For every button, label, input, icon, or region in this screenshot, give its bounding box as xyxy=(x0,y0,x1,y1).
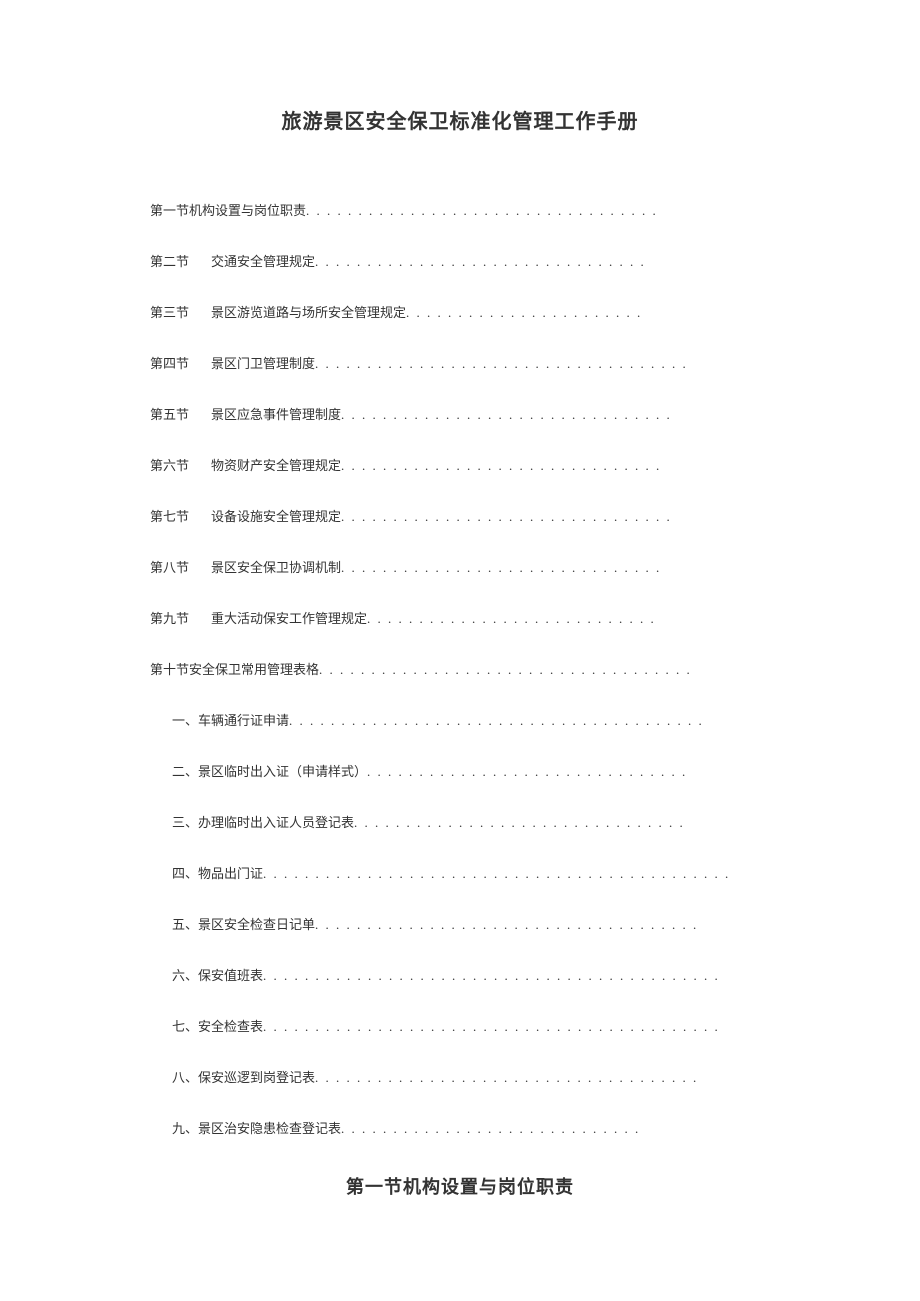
toc-entry-leader-dots: . . . . . . . . . . . . . . . . . . . . … xyxy=(263,1020,720,1033)
page-title: 旅游景区安全保卫标准化管理工作手册 xyxy=(150,105,770,134)
toc-entry: 二、景区临时出入证（申请样式） . . . . . . . . . . . . … xyxy=(150,765,770,778)
toc-entry-label: 五、景区安全检查日记单 xyxy=(172,918,315,931)
toc-entry-text: 重大活动保安工作管理规定 xyxy=(211,612,367,625)
toc-entry-label: 九、景区治安隐患检查登记表 xyxy=(172,1122,341,1135)
toc-entry-text: 设备设施安全管理规定 xyxy=(211,510,341,523)
toc-entry: 第十节安全保卫常用管理表格. . . . . . . . . . . . . .… xyxy=(150,663,770,676)
toc-entry-leader-dots: . . . . . . . . . . . . . . . . . . . . … xyxy=(341,408,672,421)
table-of-contents: 第一节机构设置与岗位职责. . . . . . . . . . . . . . … xyxy=(150,204,770,1135)
document-page: 旅游景区安全保卫标准化管理工作手册 第一节机构设置与岗位职责. . . . . … xyxy=(0,0,920,1259)
toc-entry-leader-dots: . . . . . . . . . . . . . . . . . . . . … xyxy=(315,255,646,268)
toc-entry: 第四节 景区门卫管理制度. . . . . . . . . . . . . . .… xyxy=(150,357,770,370)
toc-entry-text: 景区安全保卫协调机制 xyxy=(211,561,341,574)
toc-entry-label: 第十节安全保卫常用管理表格 xyxy=(150,663,319,676)
toc-entry-leader-dots: . . . . . . . . . . . . . . . . . . . . … xyxy=(341,1122,640,1135)
toc-entry-text: 交通安全管理规定 xyxy=(211,255,315,268)
toc-entry-leader-dots: . . . . . . . . . . . . . . . . . . . . … xyxy=(354,816,685,829)
toc-entry-label: 八、保安巡逻到岗登记表 xyxy=(172,1071,315,1084)
toc-entry-leader-dots: . . . . . . . . . . . . . . . . . . . . … xyxy=(367,765,687,778)
toc-entry-label: 二、景区临时出入证（申请样式） xyxy=(172,765,367,778)
toc-entry-leader-dots: . . . . . . . . . . . . . . . . . . . . … xyxy=(315,357,688,370)
toc-entry-leader-dots: . . . . . . . . . . . . . . . . . . . . … xyxy=(341,510,672,523)
toc-entry: 第三节 景区游览道路与场所安全管理规定 . . . . . . . . . . .… xyxy=(150,306,770,319)
toc-entry-label: 七、安全检查表 xyxy=(172,1020,263,1033)
section-heading: 第一节机构设置与岗位职责 xyxy=(150,1173,770,1199)
toc-entry-leader-dots: . . . . . . . . . . . . . . . . . . . . … xyxy=(263,867,730,880)
toc-entry: 三、办理临时出入证人员登记表 . . . . . . . . . . . . .… xyxy=(150,816,770,829)
toc-entry-leader-dots: . . . . . . . . . . . . . . . . . . . . … xyxy=(289,714,704,727)
toc-entry-label: 第四节 xyxy=(150,357,189,370)
toc-entry-leader-dots: . . . . . . . . . . . . . . . . . . . . … xyxy=(315,1071,698,1084)
toc-entry: 四、物品出门证. . . . . . . . . . . . . . . . .… xyxy=(150,867,770,880)
toc-entry-leader-dots: . . . . . . . . . . . . . . . . . . . . … xyxy=(406,306,642,319)
toc-entry: 九、景区治安隐患检查登记表 . . . . . . . . . . . . . … xyxy=(150,1122,770,1135)
toc-entry-leader-dots: . . . . . . . . . . . . . . . . . . . . … xyxy=(306,204,658,217)
toc-entry-text: 景区游览道路与场所安全管理规定 xyxy=(211,306,406,319)
toc-entry-leader-dots: . . . . . . . . . . . . . . . . . . . . … xyxy=(341,459,661,472)
toc-entry-label: 三、办理临时出入证人员登记表 xyxy=(172,816,354,829)
toc-entry-label: 第三节 xyxy=(150,306,189,319)
toc-entry-label: 四、物品出门证 xyxy=(172,867,263,880)
toc-entry: 第二节 交通安全管理规定. . . . . . . . . . . . . . .… xyxy=(150,255,770,268)
toc-entry: 第一节机构设置与岗位职责. . . . . . . . . . . . . . … xyxy=(150,204,770,217)
toc-entry-leader-dots: . . . . . . . . . . . . . . . . . . . . … xyxy=(319,663,692,676)
toc-entry: 五、景区安全检查日记单. . . . . . . . . . . . . . .… xyxy=(150,918,770,931)
toc-entry-label: 第九节 xyxy=(150,612,189,625)
toc-entry: 第七节 设备设施安全管理规定. . . . . . . . . . . . . .… xyxy=(150,510,770,523)
toc-entry-label: 第五节 xyxy=(150,408,189,421)
toc-entry: 七、安全检查表. . . . . . . . . . . . . . . . .… xyxy=(150,1020,770,1033)
toc-entry-leader-dots: . . . . . . . . . . . . . . . . . . . . … xyxy=(367,612,656,625)
toc-entry: 第六节 物资财产安全管理规定. . . . . . . . . . . . . .… xyxy=(150,459,770,472)
toc-entry-label: 第八节 xyxy=(150,561,189,574)
toc-entry-label: 一、车辆通行证申请 xyxy=(172,714,289,727)
toc-entry-text: 物资财产安全管理规定 xyxy=(211,459,341,472)
toc-entry: 一、车辆通行证申请. . . . . . . . . . . . . . . .… xyxy=(150,714,770,727)
toc-entry-label: 第二节 xyxy=(150,255,189,268)
toc-entry-label: 第七节 xyxy=(150,510,189,523)
toc-entry: 八、保安巡逻到岗登记表. . . . . . . . . . . . . . .… xyxy=(150,1071,770,1084)
toc-entry-label: 六、保安值班表 xyxy=(172,969,263,982)
toc-entry-label: 第一节机构设置与岗位职责 xyxy=(150,204,306,217)
toc-entry: 第八节 景区安全保卫协调机制 . . . . . . . . . . . . . … xyxy=(150,561,770,574)
toc-entry: 第五节 景区应急事件管理制度. . . . . . . . . . . . . .… xyxy=(150,408,770,421)
toc-entry-text: 景区门卫管理制度 xyxy=(211,357,315,370)
toc-entry-leader-dots: . . . . . . . . . . . . . . . . . . . . … xyxy=(263,969,720,982)
toc-entry-text: 景区应急事件管理制度 xyxy=(211,408,341,421)
toc-entry-label: 第六节 xyxy=(150,459,189,472)
toc-entry-leader-dots: . . . . . . . . . . . . . . . . . . . . … xyxy=(341,561,661,574)
toc-entry: 第九节 重大活动保安工作管理规定. . . . . . . . . . . . .… xyxy=(150,612,770,625)
toc-entry: 六、保安值班表. . . . . . . . . . . . . . . . .… xyxy=(150,969,770,982)
toc-entry-leader-dots: . . . . . . . . . . . . . . . . . . . . … xyxy=(315,918,698,931)
